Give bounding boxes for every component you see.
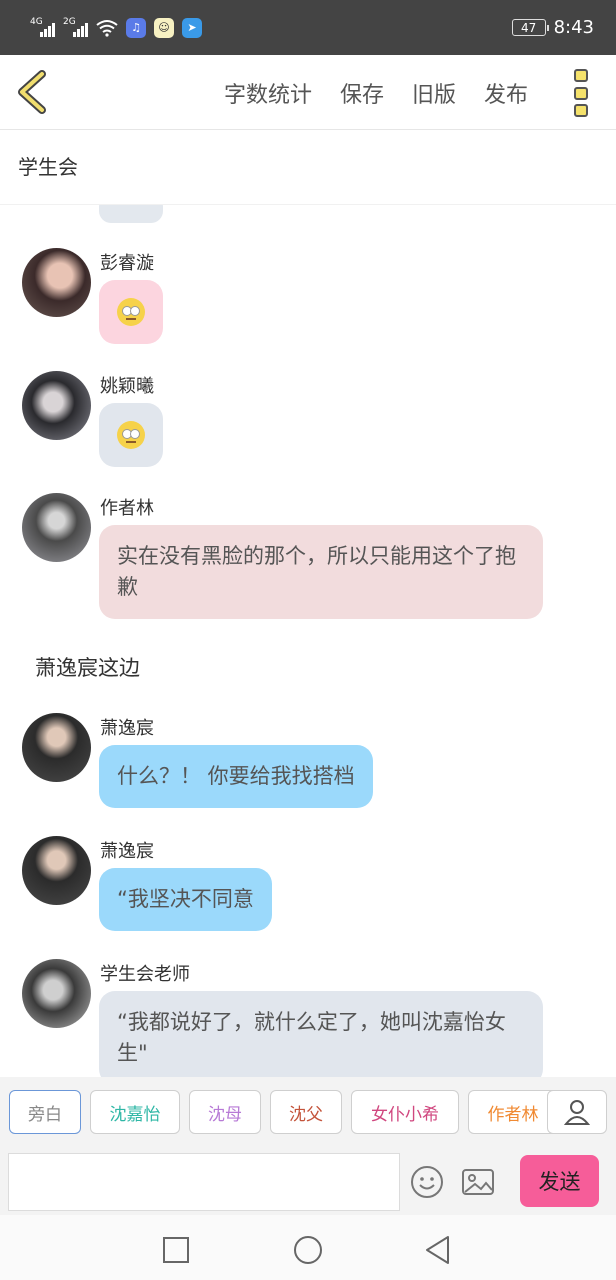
- role-selector-bar: 旁白 沈嘉怡 沈母 沈父 女仆小希 作者林: [0, 1077, 616, 1147]
- emoji-icon[interactable]: [410, 1165, 444, 1199]
- chat-title: 学生会: [0, 130, 616, 205]
- system-nav-bar: [0, 1215, 616, 1280]
- scene-divider: 萧逸宸这边: [35, 656, 140, 680]
- sender-name: 姚颖曦: [100, 376, 154, 397]
- back-icon[interactable]: [424, 1235, 452, 1265]
- signal-icon: 2G: [63, 17, 88, 37]
- message-bubble[interactable]: [99, 280, 163, 344]
- avatar[interactable]: [22, 713, 91, 782]
- role-chip[interactable]: 女仆小希: [351, 1090, 459, 1134]
- message-bubble[interactable]: “我都说好了，就什么定了，她叫沈嘉怡女生": [99, 991, 543, 1077]
- message-bubble[interactable]: 什么？！ 你要给我找搭档: [99, 745, 373, 808]
- role-chip-narrator[interactable]: 旁白: [9, 1090, 81, 1134]
- role-chip[interactable]: 作者林: [468, 1090, 558, 1134]
- recent-apps-icon[interactable]: [162, 1236, 190, 1264]
- send-button[interactable]: 发送: [520, 1155, 599, 1207]
- avatar[interactable]: [22, 248, 91, 317]
- role-chip[interactable]: 沈父: [270, 1090, 342, 1134]
- message-input[interactable]: [8, 1153, 400, 1211]
- role-chip[interactable]: 沈母: [189, 1090, 261, 1134]
- sender-name: 萧逸宸: [100, 718, 154, 739]
- add-role-button[interactable]: [547, 1090, 607, 1134]
- status-bar: 4G 2G ♫ ☺ ➤ 47 8:43: [0, 0, 616, 55]
- back-chevron-icon[interactable]: [14, 70, 50, 114]
- save-button[interactable]: 保存: [340, 77, 384, 109]
- avatar[interactable]: [22, 493, 91, 562]
- message-bubble[interactable]: [99, 403, 163, 467]
- chat-area[interactable]: 彭睿漩 姚颖曦 作者林 实在没有黑脸的那个，所以只能用这个了抱歉 萧逸宸这边 萧…: [0, 205, 616, 1077]
- sender-name: 学生会老师: [100, 964, 190, 985]
- sender-name: 萧逸宸: [100, 841, 154, 862]
- message-bubble: [99, 205, 163, 223]
- avatar[interactable]: [22, 371, 91, 440]
- publish-button[interactable]: 发布: [484, 77, 528, 109]
- rolling-eyes-emoji-icon: [117, 421, 145, 449]
- word-count-button[interactable]: 字数统计: [224, 77, 312, 109]
- home-icon[interactable]: [293, 1235, 323, 1265]
- sender-name: 作者林: [100, 498, 154, 519]
- message-bubble[interactable]: “我坚决不同意: [99, 868, 272, 931]
- old-version-button[interactable]: 旧版: [412, 77, 456, 109]
- rolling-eyes-emoji-icon: [117, 298, 145, 326]
- top-toolbar: 字数统计 保存 旧版 发布: [0, 55, 616, 130]
- avatar[interactable]: [22, 959, 91, 1028]
- message-bubble[interactable]: 实在没有黑脸的那个，所以只能用这个了抱歉: [99, 525, 543, 619]
- clock: 8:43: [553, 17, 594, 38]
- sender-name: 彭睿漩: [100, 253, 154, 274]
- image-icon[interactable]: [461, 1165, 495, 1199]
- avatar[interactable]: [22, 836, 91, 905]
- paper-plane-icon: ➤: [182, 17, 202, 38]
- input-row: 发送: [0, 1147, 616, 1215]
- chat-app-icon: ☺: [154, 17, 174, 38]
- battery-icon: 47: [511, 19, 549, 36]
- wifi-icon: [96, 19, 118, 37]
- signal-icon: 4G: [30, 17, 55, 37]
- more-menu-icon[interactable]: [574, 69, 590, 117]
- role-chip[interactable]: 沈嘉怡: [90, 1090, 180, 1134]
- person-icon: [564, 1100, 590, 1125]
- music-app-icon: ♫: [126, 17, 146, 38]
